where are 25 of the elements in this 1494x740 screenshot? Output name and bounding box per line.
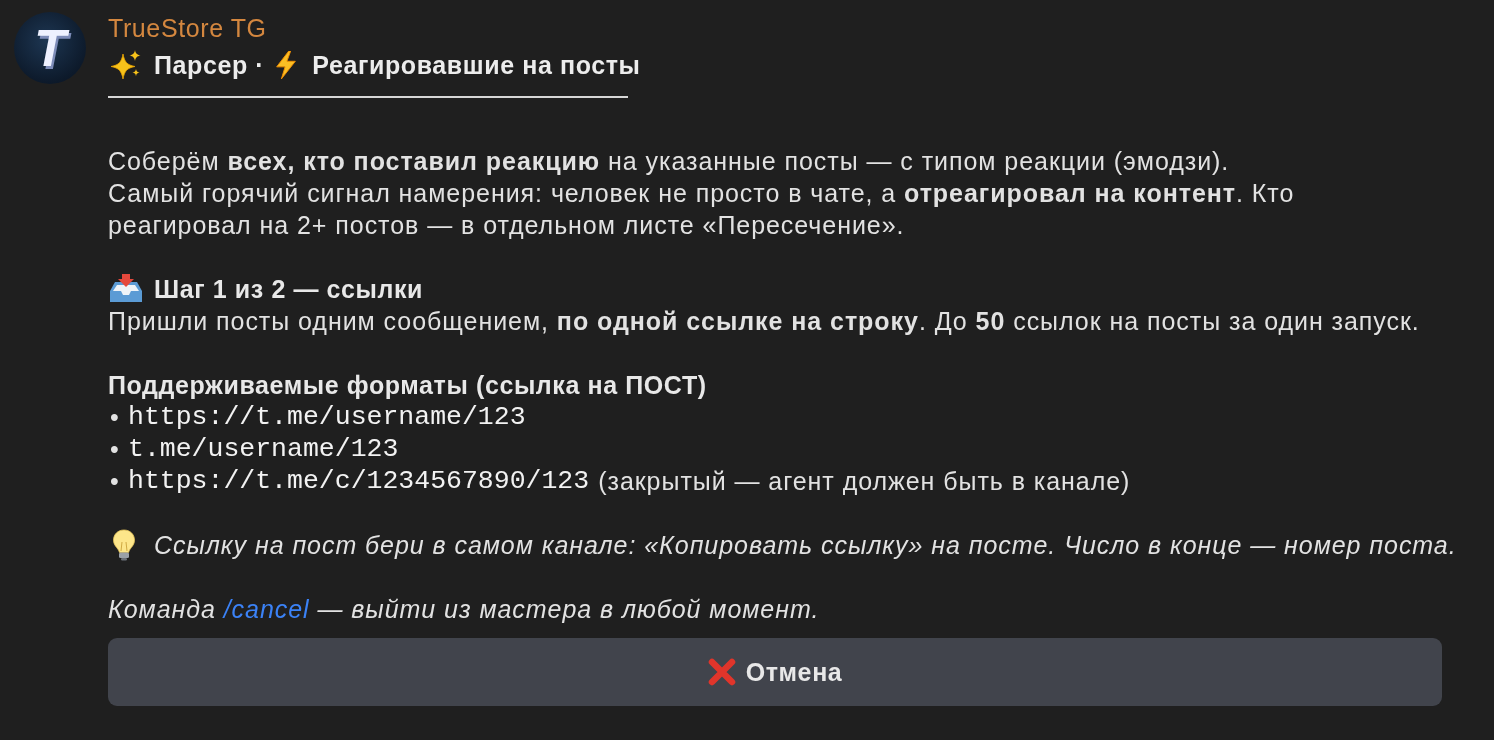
url-example: https://t.me/c/1234567890/123 bbox=[128, 466, 590, 496]
inbox-tray-icon bbox=[108, 274, 144, 304]
channel-avatar: T bbox=[14, 12, 86, 84]
intro-paragraph: Самый горячий сигнал намерения: человек не просто в чате, а отреагировал на контент. Кто реагировал на 2+ постов — в отдельном листе «Пересечение». bbox=[108, 178, 1295, 241]
lightbulb-icon bbox=[112, 529, 136, 561]
list-bullet: • bbox=[109, 402, 121, 432]
url-example: https://t.me/username/123 bbox=[128, 402, 526, 432]
list-bullet: • bbox=[109, 434, 121, 464]
cancel-hint-text: Команда /cancel — выйти из мастера в любой момент. bbox=[108, 594, 820, 625]
cross-mark-icon bbox=[707, 658, 736, 686]
title-text: Парсер · bbox=[154, 50, 265, 80]
url-note: (закрытый — агент должен быть в канале) bbox=[598, 466, 1131, 496]
url-example: t.me/username/123 bbox=[128, 434, 399, 464]
step-instruction: Пришли посты одним сообщением, по одной ссылке на строку. До 50 ссылок на посты за один запуск. bbox=[108, 306, 1420, 337]
intro-paragraph: Соберём всех, кто поставил реакцию на указанные посты — с типом реакции (эмодзи). bbox=[108, 146, 1230, 177]
step-heading: Шаг 1 из 2 — ссылки bbox=[154, 274, 424, 304]
title-text: Реагировавшие на посты bbox=[312, 50, 641, 80]
tip-text: Ссылку на пост бери в самом канале: «Копировать ссылку» на посте. Число в конце — номер поста. bbox=[154, 530, 1457, 560]
list-bullet: • bbox=[109, 466, 121, 496]
formats-heading: Поддерживаемые форматы (ссылка на ПОСТ) bbox=[108, 370, 707, 401]
sender-name: TrueStore TG bbox=[108, 13, 267, 44]
lightning-icon bbox=[274, 51, 299, 79]
cancel-button[interactable]: Отмена bbox=[108, 638, 1442, 706]
cancel-command-link[interactable]: /cancel bbox=[223, 595, 310, 623]
sparkles-icon bbox=[110, 50, 142, 80]
